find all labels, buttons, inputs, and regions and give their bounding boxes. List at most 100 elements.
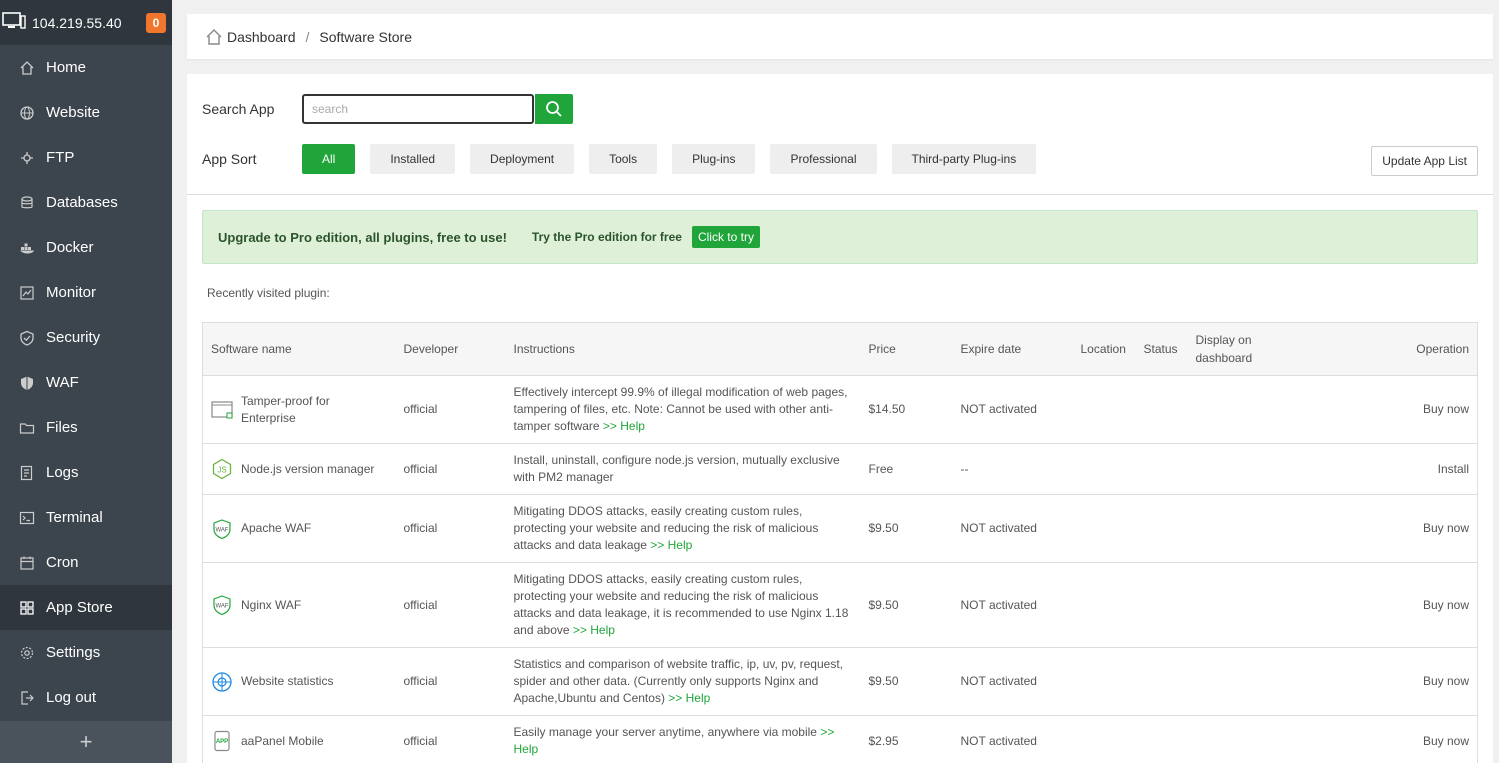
- svg-text:APP: APP: [216, 739, 228, 745]
- server-ip: 104.219.55.40: [32, 14, 122, 31]
- location-cell: [1072, 443, 1136, 495]
- operation-cell: Buy now: [1287, 715, 1478, 763]
- software-name[interactable]: Apache WAF: [241, 520, 311, 537]
- help-link[interactable]: >> Help: [668, 691, 710, 705]
- display-dashboard-cell: [1187, 562, 1288, 648]
- software-name-cell: WAF Nginx WAF: [202, 562, 396, 648]
- table-row: APP aaPanel Mobile official Easily manage y…: [202, 715, 1478, 763]
- terminal-icon: [18, 509, 36, 527]
- software-name[interactable]: Website statistics: [241, 673, 333, 690]
- software-name[interactable]: aaPanel Mobile: [241, 733, 324, 750]
- sidebar-item-label: Files: [46, 419, 78, 436]
- sidebar-item-files[interactable]: Files: [0, 405, 172, 450]
- sidebar-item-databases[interactable]: Databases: [0, 180, 172, 225]
- nodejs-icon: JS: [211, 458, 233, 480]
- sidebar-item-app-store[interactable]: App Store: [0, 585, 172, 630]
- docker-icon: [18, 239, 36, 257]
- sort-installed-button[interactable]: Installed: [370, 144, 456, 174]
- expire-date-cell: NOT activated: [952, 494, 1073, 563]
- sidebar-item-website[interactable]: Website: [0, 90, 172, 135]
- svg-text:JS: JS: [217, 466, 226, 475]
- col-location: Location: [1072, 322, 1136, 376]
- sidebar-item-home[interactable]: Home: [0, 45, 172, 90]
- apache-waf-icon: WAF: [211, 518, 233, 540]
- add-button[interactable]: +: [0, 721, 172, 763]
- software-name[interactable]: Node.js version manager: [241, 461, 374, 478]
- sidebar-item-label: Monitor: [46, 284, 97, 301]
- sort-professional-button[interactable]: Professional: [770, 144, 877, 174]
- instructions-text: Easily manage your server anytime, anywh…: [513, 725, 817, 739]
- expire-date-cell: NOT activated: [952, 562, 1073, 648]
- sort-all-button[interactable]: All: [302, 144, 356, 174]
- update-app-list-button[interactable]: Update App List: [1371, 146, 1478, 176]
- logout-icon: [18, 689, 36, 707]
- monitor-icon: [18, 284, 36, 302]
- gear-icon: [18, 644, 36, 662]
- sort-row: App Sort All Installed Deployment Tools Plug…: [202, 144, 1051, 174]
- sidebar-item-settings[interactable]: Settings: [0, 630, 172, 675]
- operation-button[interactable]: Buy now: [1423, 734, 1469, 748]
- search-input[interactable]: [302, 94, 534, 124]
- operation-cell: Buy now: [1287, 375, 1478, 444]
- breadcrumb-dashboard-link[interactable]: Dashboard: [227, 29, 296, 45]
- status-cell: [1135, 375, 1188, 444]
- sidebar-item-log-out[interactable]: Log out: [0, 675, 172, 720]
- notification-badge[interactable]: 0: [146, 12, 166, 33]
- promo-try-text: Try the Pro edition for free: [531, 230, 682, 244]
- sidebar-item-ftp[interactable]: FTP: [0, 135, 172, 180]
- breadcrumb-current: Software Store: [319, 28, 412, 45]
- logs-icon: [18, 464, 36, 482]
- expire-date-cell: NOT activated: [952, 647, 1073, 716]
- sidebar-item-logs[interactable]: Logs: [0, 450, 172, 495]
- sidebar-item-waf[interactable]: WAF: [0, 360, 172, 405]
- sidebar-item-docker[interactable]: Docker: [0, 225, 172, 270]
- operation-button[interactable]: Buy now: [1423, 521, 1469, 535]
- sidebar-item-cron[interactable]: Cron: [0, 540, 172, 585]
- sort-plug-ins-button[interactable]: Plug-ins: [672, 144, 756, 174]
- sidebar-item-label: Log out: [46, 689, 97, 706]
- software-table: Software name Developer Instructions Pri…: [202, 322, 1478, 763]
- sidebar-item-monitor[interactable]: Monitor: [0, 270, 172, 315]
- location-cell: [1072, 715, 1136, 763]
- status-cell: [1135, 715, 1188, 763]
- developer-cell: official: [395, 443, 506, 495]
- breadcrumb: Dashboard / Software Store: [187, 14, 1493, 59]
- sidebar-item-security[interactable]: Security: [0, 315, 172, 360]
- promo-text: Upgrade to Pro edition, all plugins, fre…: [218, 229, 507, 245]
- search-button[interactable]: [535, 94, 573, 124]
- pro-promo-banner: Upgrade to Pro edition, all plugins, fre…: [202, 210, 1478, 264]
- sort-third-party-plug-ins-button[interactable]: Third-party Plug-ins: [891, 144, 1037, 174]
- ftp-icon: [18, 149, 36, 167]
- help-link[interactable]: >> Help: [573, 623, 615, 637]
- operation-button[interactable]: Buy now: [1423, 598, 1469, 612]
- sidebar-item-label: Databases: [46, 194, 118, 211]
- price-cell: $9.50: [860, 647, 953, 716]
- sidebar-item-terminal[interactable]: Terminal: [0, 495, 172, 540]
- expire-date-cell: NOT activated: [952, 375, 1073, 444]
- software-store-panel: Search App App Sort All Installed Deployme…: [187, 74, 1493, 763]
- tamper-proof-icon: [211, 399, 233, 421]
- home-icon: [205, 28, 223, 46]
- status-cell: [1135, 562, 1188, 648]
- sidebar-item-label: Cron: [46, 554, 79, 571]
- expire-date-cell: --: [952, 443, 1073, 495]
- click-to-try-button[interactable]: Click to try: [691, 226, 760, 248]
- status-cell: [1135, 494, 1188, 563]
- software-name[interactable]: Nginx WAF: [241, 597, 301, 614]
- developer-cell: official: [395, 562, 506, 648]
- col-display-dashboard: Display on dashboard: [1187, 322, 1288, 376]
- operation-button[interactable]: Install: [1438, 462, 1469, 476]
- price-cell: Free: [860, 443, 953, 495]
- developer-cell: official: [395, 715, 506, 763]
- sort-tools-button[interactable]: Tools: [589, 144, 658, 174]
- sort-deployment-button[interactable]: Deployment: [470, 144, 575, 174]
- instructions-text: Install, uninstall, configure node.js ve…: [513, 453, 840, 484]
- operation-button[interactable]: Buy now: [1423, 402, 1469, 416]
- operation-cell: Install: [1287, 443, 1478, 495]
- software-name[interactable]: Tamper-proof for Enterprise: [241, 393, 388, 427]
- waf-icon: [18, 374, 36, 392]
- operation-button[interactable]: Buy now: [1423, 674, 1469, 688]
- help-link[interactable]: >> Help: [603, 419, 645, 433]
- price-cell: $2.95: [860, 715, 953, 763]
- help-link[interactable]: >> Help: [650, 538, 692, 552]
